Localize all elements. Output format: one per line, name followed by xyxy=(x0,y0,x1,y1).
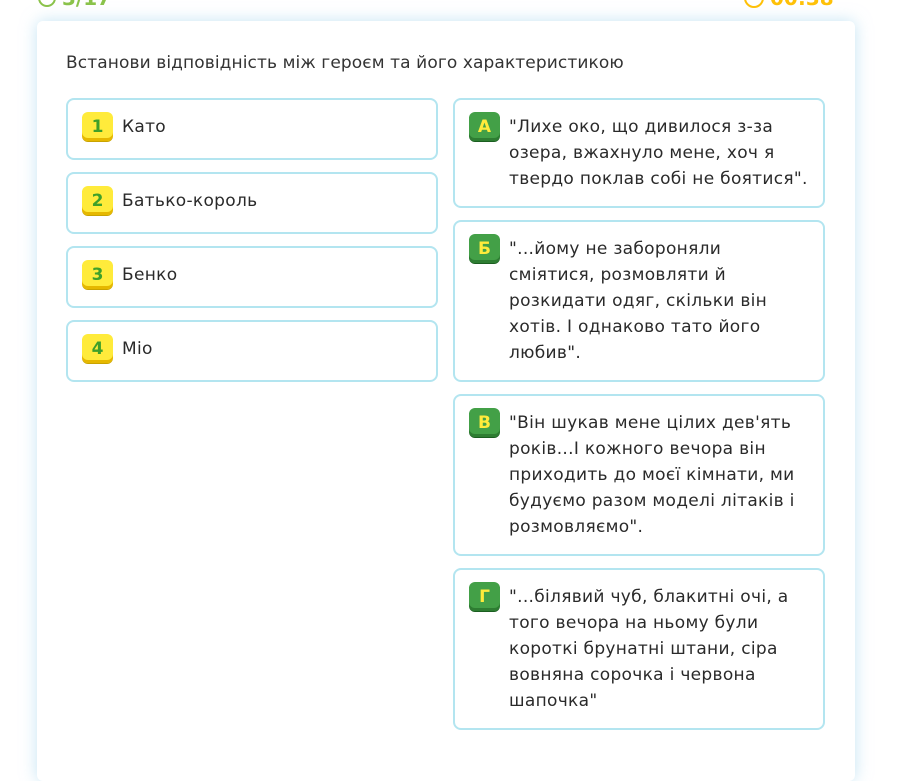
hero-item-2[interactable]: 2 Батько-король xyxy=(66,172,438,234)
hero-item-1[interactable]: 1 Като xyxy=(66,98,438,160)
characteristic-letter-badge: В xyxy=(469,408,500,437)
characteristic-item-g[interactable]: Г "...білявий чуб, блакитні очі, а того … xyxy=(453,568,825,730)
characteristic-text: "Він шукав мене цілих дев'ять років...І … xyxy=(509,413,795,537)
hero-label: Като xyxy=(122,117,166,137)
clock-icon xyxy=(744,0,764,8)
characteristic-letter-badge: Г xyxy=(469,582,500,611)
characteristic-text: "...йому не забороняли сміятися, розмовл… xyxy=(509,239,768,363)
hero-number-badge: 3 xyxy=(82,260,113,289)
hero-label: Бенко xyxy=(122,265,178,285)
characteristic-letter-badge: Б xyxy=(469,234,500,263)
characteristic-letter-badge: А xyxy=(469,112,500,141)
characteristic-item-b[interactable]: Б "...йому не забороняли сміятися, розмо… xyxy=(453,220,825,382)
question-text: Встанови відповідність між героєм та йог… xyxy=(66,53,624,73)
progress-count: 3/17 xyxy=(62,0,111,10)
progress-indicator: 3/17 xyxy=(38,0,111,10)
characteristic-text: "Лихе око, що дивилося з-за озера, вжахн… xyxy=(509,117,808,189)
hero-number-badge: 4 xyxy=(82,334,113,363)
progress-circle-icon xyxy=(38,0,56,7)
hero-item-4[interactable]: 4 Міо xyxy=(66,320,438,382)
timer-value: 00:38 xyxy=(770,0,834,10)
top-status-bar: 3/17 00:38 xyxy=(0,0,900,10)
hero-number-badge: 2 xyxy=(82,186,113,215)
characteristic-item-v[interactable]: В "Він шукав мене цілих дев'ять років...… xyxy=(453,394,825,556)
hero-label: Батько-король xyxy=(122,191,258,211)
characteristic-item-a[interactable]: А "Лихе око, що дивилося з-за озера, вжа… xyxy=(453,98,825,208)
hero-label: Міо xyxy=(122,339,153,359)
hero-item-3[interactable]: 3 Бенко xyxy=(66,246,438,308)
question-card: Встанови відповідність між героєм та йог… xyxy=(37,21,855,781)
hero-number-badge: 1 xyxy=(82,112,113,141)
characteristic-text: "...білявий чуб, блакитні очі, а того ве… xyxy=(509,587,789,711)
timer: 00:38 xyxy=(744,0,834,10)
